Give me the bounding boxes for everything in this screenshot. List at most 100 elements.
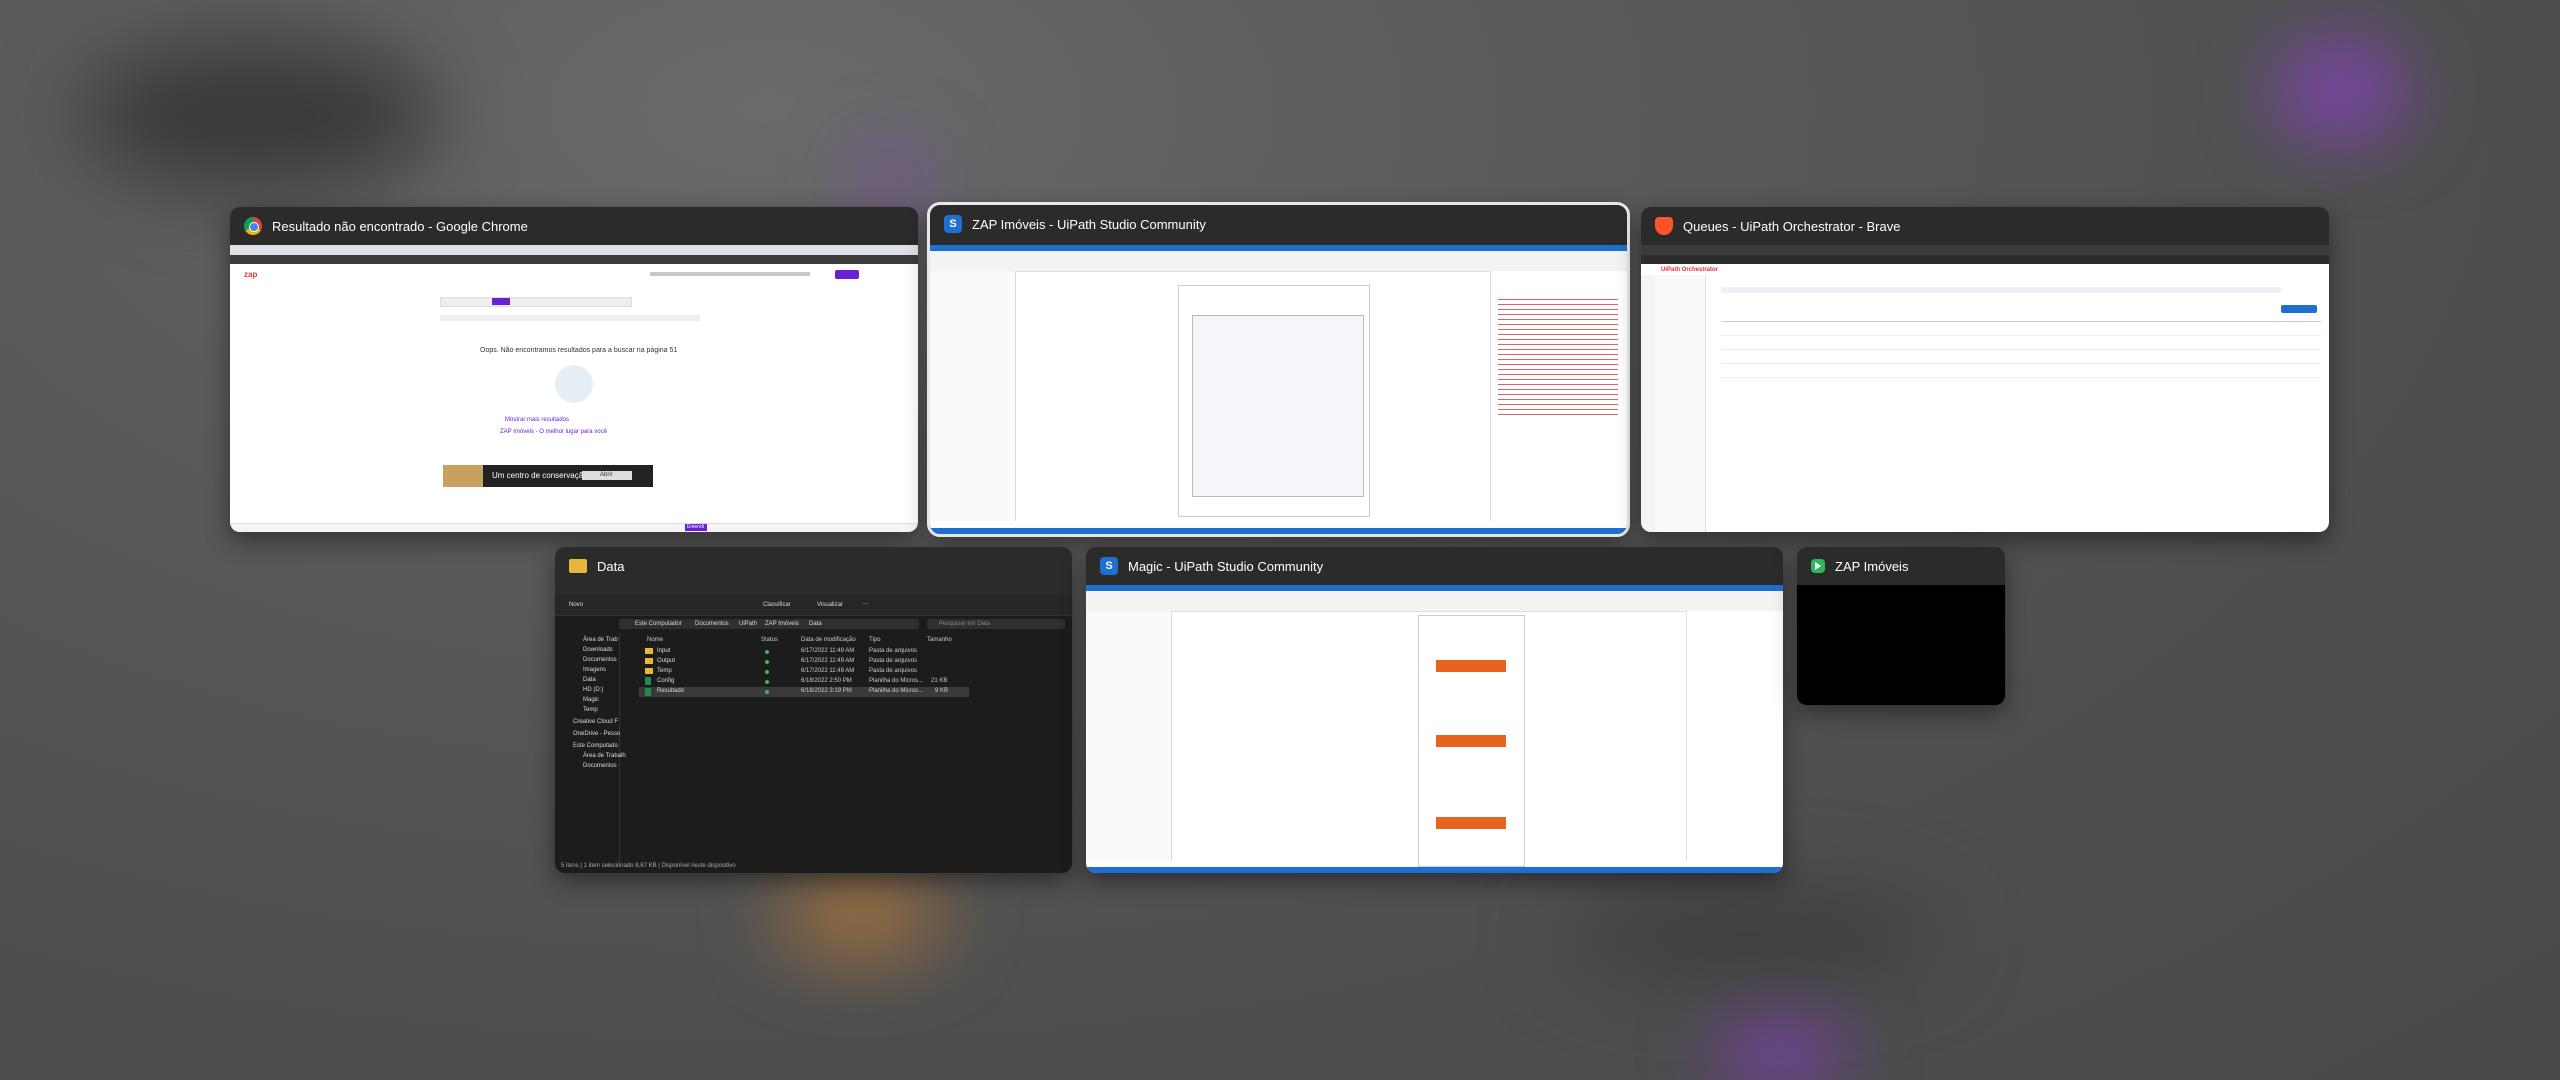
window-header: Data (555, 547, 1072, 585)
folder-icon (569, 559, 587, 573)
site-logo: zap (244, 270, 258, 279)
background-blur (780, 880, 940, 950)
chrome-icon (244, 217, 262, 235)
file-date: 6/18/2022 3:19 PM (801, 688, 852, 694)
sidebar-item[interactable]: Magic (583, 697, 599, 703)
file-name: Resultado (657, 688, 685, 694)
file-date: 6/18/2022 2:50 PM (801, 678, 852, 684)
window-thumbnail-chrome[interactable]: Resultado não encontrado - Google Chrome… (230, 207, 918, 532)
window-thumbnail-zap[interactable]: ZAP Imóveis (1797, 547, 2005, 705)
file-name: Config (657, 678, 675, 684)
uipath-studio-icon: S (1100, 557, 1118, 575)
window-thumbnail-studio-zap[interactable]: S ZAP Imóveis - UiPath Studio Community (927, 202, 1630, 537)
background-blur (860, 160, 920, 200)
uipath-studio-icon: S (944, 215, 962, 233)
sync-status-icon (765, 690, 769, 694)
column-header[interactable]: Data de modificação (801, 637, 856, 643)
add-queue-button[interactable] (2281, 305, 2317, 313)
sync-status-icon (765, 670, 769, 674)
sidebar-item[interactable]: HD (D:) (583, 687, 603, 693)
sidebar-item[interactable]: Área de Trabalh (583, 753, 626, 759)
folder-icon (645, 668, 653, 674)
sidebar-item[interactable]: Documentos (583, 657, 617, 663)
window-title: Magic - UiPath Studio Community (1128, 558, 1324, 574)
sidebar-item[interactable]: Área de Trab (583, 637, 618, 643)
column-header[interactable]: Status (761, 637, 778, 643)
file-date: 6/17/2022 11:49 AM (801, 648, 855, 654)
status-bar: 5 itens | 1 item selecionado 8,87 KB | D… (561, 863, 736, 869)
breadcrumb-3[interactable]: UiPath (739, 621, 757, 627)
table-row[interactable]: Config 6/18/2022 2:50 PM Planilha do Mic… (639, 677, 969, 687)
file-name: Output (657, 658, 676, 664)
file-size: 9 KB (935, 688, 949, 694)
table-row[interactable]: Resultado 6/18/2022 3:19 PM Planilha do … (639, 687, 969, 697)
window-preview: UiPath Orchestrator (1641, 245, 2329, 532)
ad-button[interactable]: Abrir (600, 472, 613, 478)
folder-icon (645, 658, 653, 664)
new-button[interactable]: Novo (569, 602, 583, 608)
window-title: Queues - UiPath Orchestrator - Brave (1683, 218, 1901, 234)
window-preview (1086, 585, 1783, 873)
window-preview (1797, 585, 2005, 705)
table-row[interactable]: Output 6/17/2022 11:49 AM Pasta de arqui… (639, 657, 969, 667)
column-header[interactable]: Tamanho (927, 637, 952, 643)
window-header: ZAP Imóveis (1797, 547, 2005, 585)
breadcrumb-2[interactable]: Documentos (695, 621, 729, 627)
sidebar-item[interactable]: Creative Cloud F (573, 719, 618, 725)
file-name: Input (657, 648, 671, 654)
sync-status-icon (765, 660, 769, 664)
house-illustration (555, 365, 593, 403)
window-title: ZAP Imóveis - UiPath Studio Community (972, 216, 1206, 232)
sidebar-item[interactable]: OneDrive - Pesso (573, 731, 620, 737)
sync-status-icon (765, 680, 769, 684)
view-button[interactable]: Visualizar (817, 602, 843, 608)
table-row[interactable]: Input 6/17/2022 11:49 AM Pasta de arquiv… (639, 647, 969, 657)
sidebar-item[interactable]: Downloads (583, 647, 613, 653)
window-title: Resultado não encontrado - Google Chrome (272, 218, 528, 234)
window-preview: zap Oops. Não encontramos resultados par… (230, 245, 918, 532)
window-thumbnail-explorer[interactable]: Data Novo Classificar Visualizar ... Est… (555, 547, 1072, 873)
brave-icon (1655, 217, 1673, 235)
window-preview (930, 245, 1627, 534)
excel-file-icon (645, 688, 651, 696)
column-header[interactable]: Nome (647, 637, 663, 643)
sidebar-item[interactable]: Temp (583, 707, 598, 713)
more-results-link[interactable]: Mostrar mais resultados (505, 417, 569, 423)
window-thumbnail-studio-magic[interactable]: S Magic - UiPath Studio Community (1086, 547, 1783, 873)
file-type: Pasta de arquivos (869, 668, 918, 674)
ad-text: Um centro de conservação (492, 471, 588, 480)
excel-file-icon (645, 677, 651, 685)
more-button[interactable]: ... (863, 600, 868, 606)
accept-cookies-button[interactable]: Entendi (687, 524, 704, 530)
sort-button[interactable]: Classificar (763, 602, 791, 608)
no-results-message: Oops. Não encontramos resultados para a … (480, 347, 678, 354)
background-blur (2280, 50, 2400, 130)
sidebar-item[interactable]: Este Computado (573, 743, 618, 749)
file-date: 6/17/2022 11:49 AM (801, 668, 855, 674)
breadcrumb-5[interactable]: Data (809, 621, 822, 627)
file-type: Pasta de arquivos (869, 648, 918, 654)
orchestrator-brand: UiPath Orchestrator (1661, 267, 1719, 273)
window-header: Resultado não encontrado - Google Chrome (230, 207, 918, 245)
zap-link[interactable]: ZAP Imóveis - O melhor lugar para você (500, 429, 607, 435)
breadcrumb-4[interactable]: ZAP Imóveis (765, 621, 799, 627)
file-size: 21 KB (931, 678, 948, 684)
file-type: Pasta de arquivos (869, 658, 918, 664)
table-row[interactable]: Temp 6/17/2022 11:49 AM Pasta de arquivo… (639, 667, 969, 677)
zap-app-icon (1811, 559, 1825, 573)
breadcrumb-1[interactable]: Este Computador (635, 621, 682, 627)
folder-icon (645, 648, 653, 654)
file-type: Planilha do Micros... (869, 678, 924, 684)
window-header: S ZAP Imóveis - UiPath Studio Community (930, 205, 1627, 243)
background-blur (80, 40, 440, 190)
window-preview: Novo Classificar Visualizar ... Este Com… (555, 585, 1072, 873)
sidebar-item[interactable]: Imagens (583, 667, 606, 673)
column-header[interactable]: Tipo (869, 637, 880, 643)
window-header: S Magic - UiPath Studio Community (1086, 547, 1783, 585)
window-title: Data (597, 558, 625, 574)
sidebar-item[interactable]: Documentos (583, 763, 617, 769)
sidebar-item[interactable]: Data (583, 677, 596, 683)
background-blur (1720, 1020, 1840, 1080)
file-date: 6/17/2022 11:49 AM (801, 658, 855, 664)
window-thumbnail-brave[interactable]: Queues - UiPath Orchestrator - Brave UiP… (1641, 207, 2329, 532)
